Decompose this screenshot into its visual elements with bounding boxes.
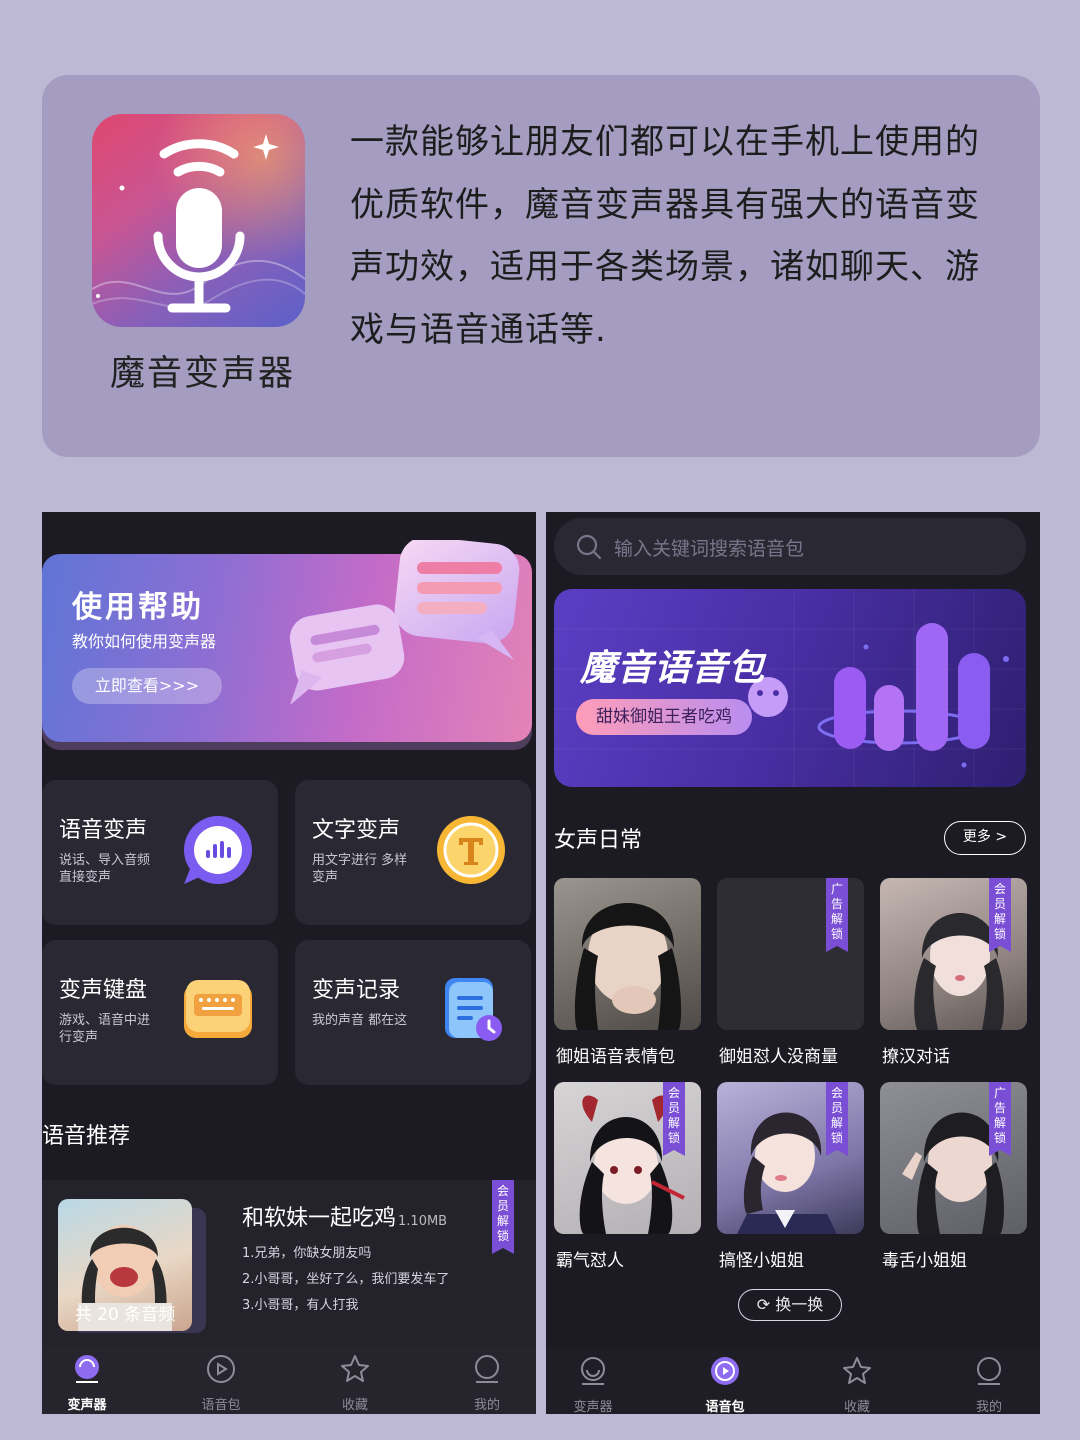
voice-pack-tags: 甜妹御姐王者吃鸡 bbox=[576, 699, 752, 735]
section-title-female-daily: 女声日常 bbox=[554, 828, 643, 853]
shuffle-label: 换一换 bbox=[775, 1295, 824, 1314]
star-icon bbox=[341, 1355, 369, 1382]
chat-bubbles-icon bbox=[289, 540, 520, 705]
nav-label: 变声器 bbox=[573, 1400, 613, 1414]
nav-label: 语音包 bbox=[201, 1398, 241, 1413]
voice-changer-icon bbox=[581, 1357, 605, 1385]
tile-voice-record[interactable]: 变声记录 我的声音 都在这 bbox=[295, 940, 531, 1085]
vip-unlock-tag: 会员解锁 bbox=[826, 1082, 848, 1156]
voice-changer-icon bbox=[75, 1355, 99, 1383]
search-icon bbox=[576, 534, 602, 560]
nav-voice-changer[interactable]: 变声器 bbox=[548, 1348, 638, 1414]
search-input[interactable]: 输入关键词搜索语音包 bbox=[614, 534, 804, 561]
help-title: 使用帮助 bbox=[72, 590, 204, 625]
recommend-line: 3.小哥哥，有人打我 bbox=[242, 1298, 359, 1313]
left-phone-screen: 使用帮助 教你如何使用变声器 立即查看>>> 语音变声 说话、导入音频 直接变声… bbox=[42, 512, 536, 1414]
tile-title: 文字变声 bbox=[312, 818, 401, 843]
vip-unlock-tag: 会员解锁 bbox=[663, 1082, 685, 1156]
text-t-icon bbox=[437, 816, 505, 884]
intro-card: 魔音变声器 一款能够让朋友们都可以在手机上使用的优质软件，魔音变声器具有强大的语… bbox=[42, 75, 1040, 457]
tile-voice-keyboard[interactable]: 变声键盘 游戏、语音中进行变声 bbox=[42, 940, 278, 1085]
play-icon bbox=[711, 1357, 739, 1385]
right-phone-screen: 输入关键词搜索语音包 魔音语音包 甜妹御姐王者吃鸡 女声日常 更多 > 御姐语音… bbox=[546, 512, 1040, 1414]
nav-favorites[interactable]: 收藏 bbox=[812, 1348, 902, 1414]
nav-favorites[interactable]: 收藏 bbox=[310, 1346, 400, 1414]
voice-pack-banner[interactable]: 魔音语音包 甜妹御姐王者吃鸡 bbox=[554, 589, 1026, 787]
item-label: 霸气怼人 bbox=[556, 1251, 624, 1271]
user-icon bbox=[977, 1357, 1001, 1385]
item-label: 毒舌小姐姐 bbox=[882, 1251, 967, 1271]
record-clock-icon bbox=[445, 978, 502, 1041]
nav-label: 收藏 bbox=[843, 1400, 870, 1414]
tile-text-change[interactable]: 文字变声 用文字进行 多样变声 bbox=[295, 780, 531, 925]
sound-wave-icon bbox=[184, 816, 252, 884]
item-label: 御姐怼人没商量 bbox=[719, 1047, 838, 1067]
refresh-icon: ⟳ bbox=[756, 1295, 771, 1314]
item-label: 御姐语音表情包 bbox=[556, 1047, 675, 1067]
recommend-line: 1.兄弟，你缺女朋友吗 bbox=[242, 1246, 372, 1261]
tile-title: 变声记录 bbox=[312, 978, 401, 1003]
ad-unlock-tag: 广告解锁 bbox=[989, 1082, 1011, 1156]
recommend-title-text: 和软妹一起吃鸡 bbox=[242, 1206, 397, 1231]
recommend-card[interactable]: 共 20 条音频 和软妹一起吃鸡 1.10MB 1.兄弟，你缺女朋友吗 2.小哥哥… bbox=[42, 1180, 536, 1348]
recommend-line: 2.小哥哥，坐好了么，我们要发车了 bbox=[242, 1272, 450, 1287]
nav-profile[interactable]: 我的 bbox=[442, 1346, 532, 1414]
tile-desc: 游戏、语音中进行变声 bbox=[59, 1013, 151, 1045]
item-label: 撩汉对话 bbox=[882, 1047, 950, 1067]
section-title-recommend: 语音推荐 bbox=[42, 1124, 131, 1149]
vip-unlock-tag: 会员解锁 bbox=[989, 878, 1011, 952]
nav-voice-pack[interactable]: 语音包 bbox=[176, 1346, 266, 1414]
tile-title: 变声键盘 bbox=[59, 978, 148, 1003]
nav-label: 我的 bbox=[975, 1400, 1002, 1414]
item-label: 搞怪小姐姐 bbox=[719, 1251, 804, 1271]
app-description: 一款能够让朋友们都可以在手机上使用的优质软件，魔音变声器具有强大的语音变声功效，… bbox=[350, 122, 980, 350]
tile-title: 语音变声 bbox=[59, 818, 148, 843]
audio-count: 共 20 条音频 bbox=[74, 1305, 176, 1325]
shuffle-button[interactable]: ⟳ 换一换 bbox=[738, 1289, 842, 1321]
nav-label: 语音包 bbox=[705, 1400, 745, 1414]
recommend-thumbnail: 共 20 条音频 bbox=[58, 1199, 192, 1331]
nav-label: 变声器 bbox=[67, 1398, 107, 1413]
star-icon bbox=[843, 1357, 871, 1384]
help-subtitle: 教你如何使用变声器 bbox=[72, 632, 217, 651]
vip-unlock-tag: 会员解锁 bbox=[492, 1180, 514, 1254]
tile-desc: 我的声音 都在这 bbox=[312, 1013, 408, 1028]
nav-label: 我的 bbox=[473, 1398, 500, 1413]
nav-voice-changer[interactable]: 变声器 bbox=[42, 1346, 132, 1414]
nav-label: 收藏 bbox=[341, 1398, 368, 1413]
user-icon bbox=[475, 1355, 499, 1383]
search-bar[interactable]: 输入关键词搜索语音包 bbox=[554, 518, 1026, 575]
nav-profile[interactable]: 我的 bbox=[944, 1348, 1034, 1414]
ad-unlock-tag: 广告解锁 bbox=[826, 878, 848, 952]
bottom-nav: 变声器 语音包 收藏 我的 bbox=[546, 1348, 1040, 1414]
voice-pack-title: 魔音语音包 bbox=[580, 648, 766, 689]
tile-voice-change[interactable]: 语音变声 说话、导入音频 直接变声 bbox=[42, 780, 278, 925]
tile-desc: 说话、导入音频 直接变声 bbox=[59, 853, 151, 885]
app-name: 魔音变声器 bbox=[110, 354, 296, 394]
recommend-title: 和软妹一起吃鸡 1.10MB bbox=[242, 1200, 447, 1232]
item-photo bbox=[554, 878, 701, 1030]
file-size: 1.10MB bbox=[398, 1214, 448, 1229]
app-logo-microphone-icon bbox=[92, 114, 305, 327]
nav-voice-pack[interactable]: 语音包 bbox=[680, 1348, 770, 1414]
bottom-nav: 变声器 语音包 收藏 我的 bbox=[42, 1346, 536, 1414]
more-button[interactable]: 更多 > bbox=[944, 821, 1026, 855]
help-banner[interactable]: 使用帮助 教你如何使用变声器 立即查看>>> bbox=[42, 540, 532, 742]
keyboard-icon bbox=[184, 980, 252, 1038]
tile-desc: 用文字进行 多样变声 bbox=[312, 853, 408, 885]
view-now-button[interactable]: 立即查看>>> bbox=[72, 668, 222, 704]
play-icon bbox=[207, 1355, 235, 1383]
